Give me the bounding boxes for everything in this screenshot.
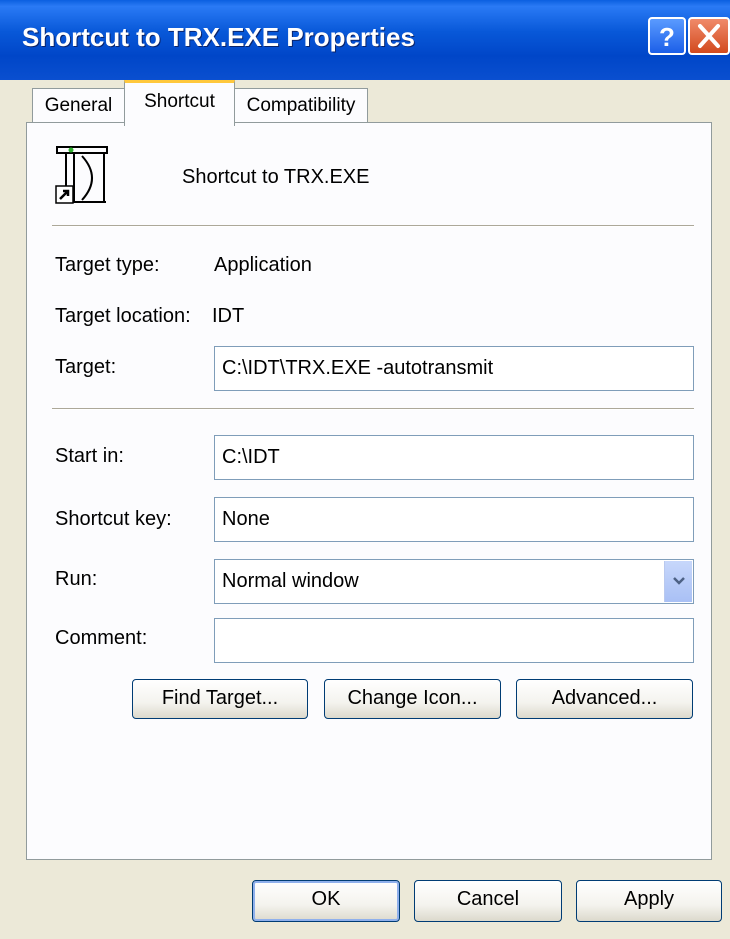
- target-label: Target:: [55, 356, 117, 378]
- title-bar[interactable]: Shortcut to TRX.EXE Properties ?: [0, 0, 730, 80]
- shortcut-key-field[interactable]: None: [214, 497, 694, 542]
- target-location-value: IDT: [212, 305, 245, 327]
- tab-shortcut[interactable]: Shortcut: [124, 80, 235, 126]
- cancel-button[interactable]: Cancel: [414, 880, 562, 922]
- divider: [52, 225, 694, 227]
- shortcut-key-label: Shortcut key:: [55, 508, 172, 530]
- tab-compatibility[interactable]: Compatibility: [234, 88, 368, 124]
- ok-button[interactable]: OK: [252, 880, 400, 922]
- run-label: Run:: [55, 568, 98, 590]
- target-field[interactable]: C:\IDT\TRX.EXE -autotransmit: [214, 346, 694, 391]
- target-type-value: Application: [214, 254, 312, 276]
- tab-general[interactable]: General: [32, 88, 125, 124]
- change-icon-button[interactable]: Change Icon...: [324, 679, 501, 719]
- shortcut-app-icon: [54, 144, 112, 213]
- comment-label: Comment:: [55, 627, 148, 649]
- svg-text:?: ?: [659, 22, 675, 52]
- close-icon[interactable]: [688, 17, 730, 55]
- comment-field[interactable]: [214, 618, 694, 663]
- run-dropdown[interactable]: Normal window: [214, 559, 694, 604]
- tab-panel: [26, 122, 712, 860]
- apply-button[interactable]: Apply: [576, 880, 722, 922]
- run-dropdown-value: Normal window: [222, 570, 359, 592]
- chevron-down-icon[interactable]: [664, 561, 692, 602]
- target-type-label: Target type:: [55, 254, 160, 276]
- window-title: Shortcut to TRX.EXE Properties: [22, 22, 415, 52]
- find-target-button[interactable]: Find Target...: [132, 679, 308, 719]
- shortcut-name: Shortcut to TRX.EXE: [182, 166, 370, 188]
- start-in-field[interactable]: C:\IDT: [214, 435, 694, 480]
- divider: [52, 408, 694, 410]
- advanced-button[interactable]: Advanced...: [516, 679, 693, 719]
- help-icon[interactable]: ?: [648, 17, 686, 55]
- start-in-label: Start in:: [55, 445, 124, 467]
- target-location-label: Target location:: [55, 305, 191, 327]
